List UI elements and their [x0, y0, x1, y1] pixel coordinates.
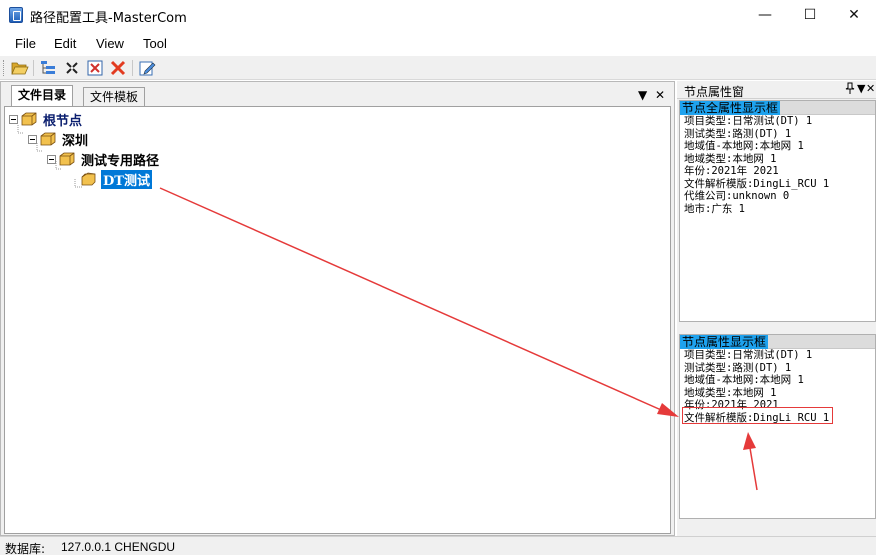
status-bar: 数据库: 127.0.0.1 CHENGDU	[0, 536, 876, 555]
property-line: 地域类型:本地网 1	[684, 386, 777, 399]
maximize-button[interactable]: ☐	[787, 0, 833, 30]
tab-close-button[interactable]: ✕	[655, 88, 665, 102]
close-button[interactable]: ✕	[831, 0, 876, 30]
all-properties-header: 节点全属性显示框	[680, 101, 781, 115]
property-line: 文件解析模版:DingLi_RCU 1	[684, 177, 830, 190]
status-value: 127.0.0.1 CHENGDU	[61, 540, 176, 554]
tree-expander[interactable]	[47, 154, 56, 164]
folder-box-icon	[59, 152, 75, 166]
property-line: 地域类型:本地网 1	[684, 152, 777, 165]
toolbar-separator	[132, 60, 133, 76]
delete-x-icon[interactable]	[108, 58, 128, 78]
status-label: 数据库:	[5, 542, 46, 555]
tree-view-icon[interactable]	[38, 58, 58, 78]
property-line: 地域值-本地网:本地网 1	[684, 140, 804, 152]
tree-node-dt-test[interactable]: DT测试	[81, 169, 152, 189]
tab-dropdown-button[interactable]: ▼	[638, 88, 647, 102]
property-pane-close[interactable]: ✕	[866, 82, 875, 95]
tree-expander[interactable]	[28, 134, 37, 144]
folder-box-icon	[21, 112, 37, 126]
all-properties-panel: 节点全属性显示框 项目类型:日常测试(DT) 1 测试类型:路测(DT) 1 地…	[679, 100, 876, 322]
minimize-button[interactable]: —	[742, 0, 788, 30]
menu-bar: File Edit View Tool	[0, 30, 876, 56]
menu-tool[interactable]: Tool	[143, 36, 167, 51]
pin-icon[interactable]	[845, 82, 855, 97]
window-title: 路径配置工具-MasterCom	[30, 11, 187, 26]
annotation-highlight-box	[682, 407, 833, 424]
file-tree: 根节点 深圳 测试专用路径 DT测试	[4, 106, 671, 534]
tree-node-root[interactable]: 根节点	[9, 110, 84, 129]
property-line: 地域值-本地网:本地网 1	[684, 374, 804, 386]
tree-node-label: 深圳	[62, 133, 89, 149]
node-properties-header: 节点属性显示框	[680, 335, 769, 349]
property-line: 测试类型:路测(DT) 1	[684, 361, 792, 374]
tree-node-test-path[interactable]: 测试专用路径	[47, 150, 161, 169]
property-pane-header: 节点属性窗 ▼ ✕	[677, 81, 876, 99]
open-box-icon	[81, 172, 96, 186]
tree-node-label: 根节点	[43, 113, 83, 129]
tab-strip: 文件目录 文件模板 ▼ ✕	[3, 84, 673, 106]
menu-view[interactable]: View	[96, 36, 124, 51]
property-pane-title: 节点属性窗	[684, 85, 745, 99]
edit-icon[interactable]	[137, 58, 157, 78]
delete-box-icon[interactable]	[85, 58, 105, 78]
property-line: 地市:广东 1	[684, 202, 745, 215]
property-line: 项目类型:日常测试(DT) 1	[684, 115, 813, 127]
folder-box-icon	[40, 132, 56, 146]
property-pane-dropdown[interactable]: ▼	[857, 82, 865, 95]
menu-edit[interactable]: Edit	[54, 36, 76, 51]
menu-file[interactable]: File	[15, 36, 36, 51]
toolbar-separator	[33, 60, 34, 76]
app-icon	[9, 7, 23, 23]
toolbar-grip[interactable]	[3, 60, 6, 76]
left-pane: 文件目录 文件模板 ▼ ✕ 根节点 深圳 测试专用路径 DT测试	[0, 81, 675, 536]
node-property-pane: 节点属性窗 ▼ ✕ 节点全属性显示框 项目类型:日常测试(DT) 1 测试类型:…	[677, 81, 876, 536]
title-bar: 路径配置工具-MasterCom — ☐ ✕	[0, 0, 876, 30]
tab-file-template[interactable]: 文件模板	[83, 87, 146, 106]
property-line: 测试类型:路测(DT) 1	[684, 127, 792, 140]
property-line: 项目类型:日常测试(DT) 1	[684, 349, 813, 361]
node-properties-panel: 节点属性显示框 项目类型:日常测试(DT) 1 测试类型:路测(DT) 1 地域…	[679, 334, 876, 519]
property-line: 代维公司:unknown 0	[684, 190, 790, 202]
tree-node-shenzhen[interactable]: 深圳	[28, 130, 90, 149]
tab-file-directory[interactable]: 文件目录	[11, 85, 74, 106]
toolbar	[0, 56, 876, 80]
open-folder-icon[interactable]	[10, 58, 30, 78]
tree-expander[interactable]	[9, 114, 18, 124]
property-line: 年份:2021年 2021	[684, 165, 779, 177]
collapse-icon[interactable]	[62, 58, 82, 78]
tree-node-label-selected: DT测试	[101, 169, 152, 189]
tree-node-label: 测试专用路径	[81, 153, 160, 169]
